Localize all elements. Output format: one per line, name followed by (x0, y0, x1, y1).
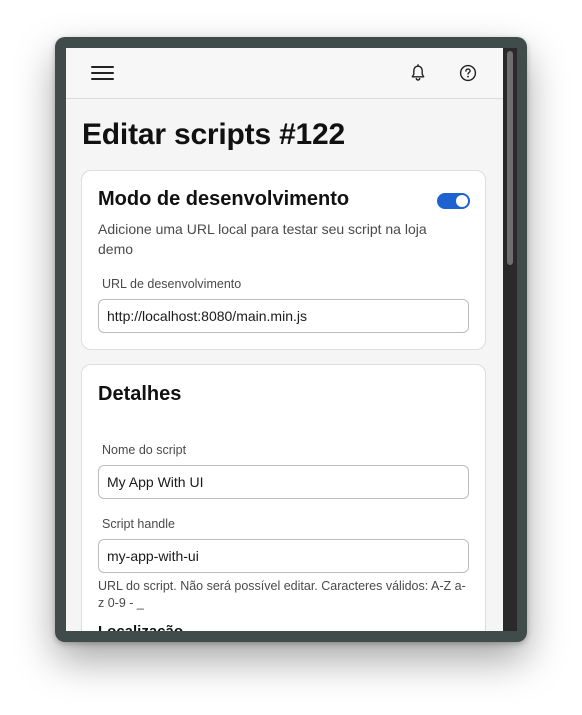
help-button[interactable] (458, 63, 478, 83)
page-viewport: Editar scripts #122 Modo de desenvolvime… (66, 48, 503, 631)
script-handle-input[interactable] (98, 539, 469, 573)
menu-button[interactable] (90, 63, 116, 83)
dev-url-label: URL de desenvolvimento (102, 277, 242, 291)
script-handle-help: URL do script. Não será possível editar.… (98, 579, 466, 610)
script-name-label: Nome do script (102, 443, 187, 457)
scrollbar-thumb[interactable] (507, 51, 513, 265)
dev-mode-toggle[interactable] (437, 193, 470, 209)
desktop: Editar scripts #122 Modo de desenvolvime… (0, 0, 582, 715)
dev-mode-title: Modo de desenvolvimento (98, 188, 350, 210)
top-bar (66, 48, 503, 99)
dev-mode-description: Adicione uma URL local para testar seu s… (98, 221, 427, 257)
dev-url-input[interactable] (98, 299, 469, 333)
details-card: Detalhes Nome do script Script handle UR… (81, 364, 486, 631)
dev-mode-card: Modo de desenvolvimento Adicione uma URL… (81, 170, 486, 350)
details-title: Detalhes (98, 383, 182, 405)
question-circle-icon (459, 64, 477, 82)
scrollbar[interactable] (503, 48, 517, 631)
hamburger-menu-icon (91, 66, 114, 80)
app-window: Editar scripts #122 Modo de desenvolvime… (55, 37, 527, 642)
script-name-input[interactable] (98, 465, 469, 499)
localization-heading: Localização (98, 623, 183, 631)
page-title: Editar scripts #122 (82, 118, 346, 151)
toggle-knob (456, 195, 468, 207)
script-handle-label: Script handle (102, 517, 175, 531)
notifications-button[interactable] (408, 63, 428, 83)
bell-icon (411, 64, 425, 81)
